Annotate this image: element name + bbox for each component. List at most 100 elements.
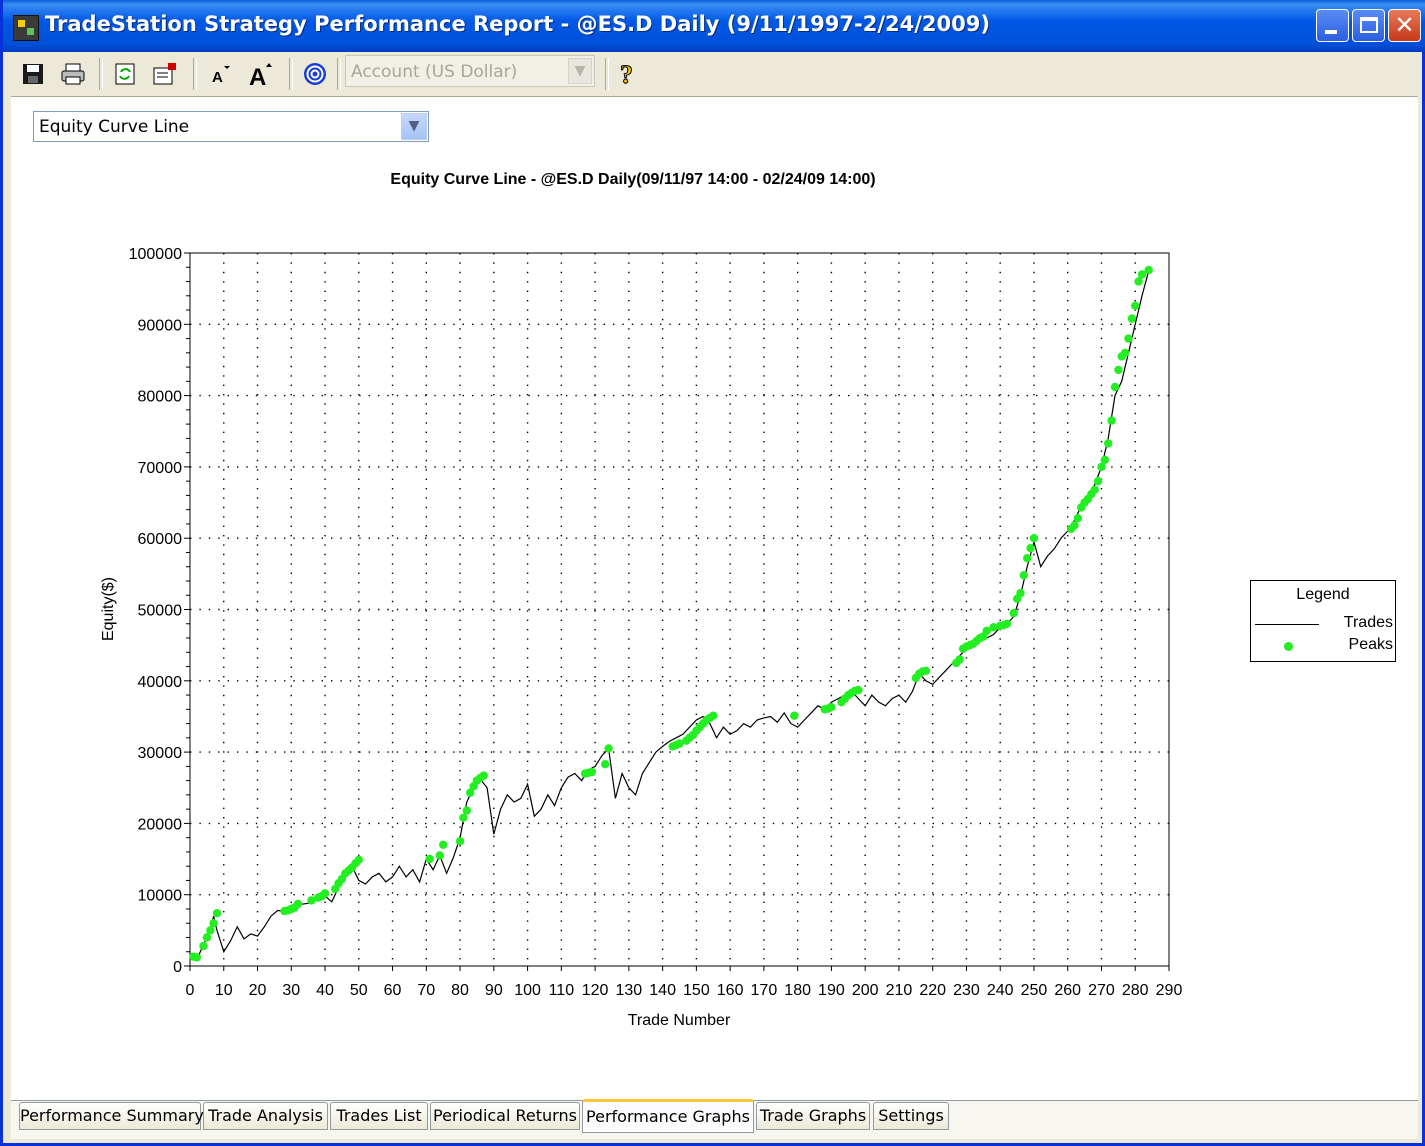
peak-point [209, 919, 218, 928]
peak-point [206, 926, 215, 935]
peak-point [921, 666, 931, 675]
x-tick-label: 20 [249, 982, 267, 999]
line-swatch-icon [1255, 624, 1319, 625]
x-tick-label: 50 [350, 982, 368, 999]
x-tick-label: 290 [1156, 982, 1183, 999]
peaks-series [189, 265, 1153, 962]
peak-point [455, 837, 465, 846]
peak-point [604, 744, 613, 753]
x-tick-label: 280 [1122, 982, 1149, 999]
peak-point [1022, 554, 1032, 563]
peak-point [1026, 544, 1035, 553]
x-tick-label: 250 [1021, 982, 1048, 999]
peak-point [709, 711, 718, 720]
peak-point [439, 840, 448, 849]
y-tick-label: 30000 [138, 745, 183, 762]
peak-point [354, 855, 363, 864]
peak-point [1120, 348, 1130, 357]
peak-point [1100, 455, 1110, 464]
chart-legend: Legend Trades Peaks [1250, 580, 1396, 662]
peak-point [1090, 485, 1099, 494]
y-tick-label: 60000 [138, 531, 183, 548]
x-tick-label: 210 [886, 982, 913, 999]
x-tick-label: 230 [953, 982, 980, 999]
y-tick-label: 10000 [138, 888, 183, 905]
x-tick-label: 130 [616, 982, 643, 999]
tab-trade-graphs[interactable]: Trade Graphs [756, 1102, 870, 1130]
peak-point [1002, 619, 1012, 628]
peak-point [955, 655, 964, 664]
x-tick-label: 240 [987, 982, 1014, 999]
y-tick-label: 90000 [138, 317, 183, 334]
peak-point [1144, 265, 1153, 275]
peak-point [1019, 571, 1028, 580]
peak-point [1114, 365, 1123, 375]
y-tick-label: 0 [173, 959, 182, 976]
x-tick-label: 110 [549, 982, 575, 999]
x-tick-label: 160 [717, 982, 744, 999]
x-tick-label: 100 [514, 982, 541, 999]
peak-point [293, 899, 303, 909]
peak-point [1070, 521, 1079, 530]
y-axis-title: Equity($) [100, 577, 117, 641]
peak-point [320, 889, 330, 898]
y-tick-label: 20000 [138, 816, 183, 833]
y-tick-label: 40000 [138, 674, 183, 691]
y-tick-label: 70000 [138, 460, 183, 477]
x-tick-label: 120 [582, 982, 609, 999]
peak-point [827, 703, 836, 712]
peak-point [1104, 439, 1113, 448]
x-tick-label: 220 [919, 982, 946, 999]
peak-point [1073, 514, 1083, 523]
peak-point [1029, 534, 1039, 543]
legend-item-peaks: Peaks [1253, 636, 1393, 656]
chart-grid [190, 253, 1169, 966]
tab-performance-summary[interactable]: Performance Summary [19, 1102, 204, 1130]
tab-performance-graphs[interactable]: Performance Graphs [582, 1099, 754, 1133]
legend-label-trades: Trades [1343, 614, 1393, 631]
peak-point [1110, 382, 1120, 392]
y-tick-label: 80000 [138, 389, 183, 406]
x-tick-label: 170 [751, 982, 778, 999]
x-tick-label: 190 [818, 982, 845, 999]
report-window: TradeStation Strategy Performance Report… [0, 0, 1425, 1146]
x-tick-label: 270 [1088, 982, 1115, 999]
peak-point [1124, 334, 1133, 343]
legend-label-peaks: Peaks [1348, 636, 1393, 653]
peak-point [435, 851, 444, 860]
x-tick-label: 70 [417, 982, 435, 999]
x-tick-label: 40 [316, 982, 334, 999]
tab-trade-analysis[interactable]: Trade Analysis [203, 1102, 328, 1130]
peak-point [1131, 301, 1140, 310]
peak-point [212, 909, 222, 918]
peak-point [1009, 608, 1018, 618]
tab-periodical-returns[interactable]: Periodical Returns [430, 1102, 580, 1130]
x-tick-label: 260 [1054, 982, 1081, 999]
y-tick-label: 50000 [138, 603, 183, 620]
x-tick-label: 0 [186, 982, 195, 999]
trades-series-line [189, 270, 1150, 961]
x-tick-label: 10 [215, 982, 233, 999]
x-tick-label: 150 [683, 982, 710, 999]
peak-point [1107, 416, 1116, 425]
x-tick-label: 30 [282, 982, 300, 999]
y-axis-labels: 0 10000 20000 30000 40000 50000 60000 70000 8000… [129, 246, 182, 976]
x-axis-title: Trade Number [628, 1012, 731, 1029]
peak-point [462, 806, 471, 815]
peak-point [1016, 588, 1025, 598]
peak-point [479, 771, 488, 780]
legend-title: Legend [1296, 586, 1350, 603]
legend-item-trades: Trades [1253, 614, 1393, 634]
peak-point [199, 941, 208, 951]
x-tick-label: 90 [485, 982, 503, 999]
x-tick-label: 140 [649, 982, 676, 999]
peak-point [1093, 477, 1103, 486]
y-tick-label: 100000 [129, 246, 182, 263]
axis-ticks [184, 252, 1170, 971]
equity-chart: 0 10000 20000 30000 40000 50000 60000 70000 8000… [100, 246, 1183, 1029]
peak-point [1127, 314, 1137, 323]
tab-trades-list[interactable]: Trades List [330, 1102, 428, 1130]
x-tick-label: 80 [451, 982, 469, 999]
tab-settings[interactable]: Settings [873, 1102, 949, 1130]
dot-swatch-icon [1284, 642, 1293, 651]
